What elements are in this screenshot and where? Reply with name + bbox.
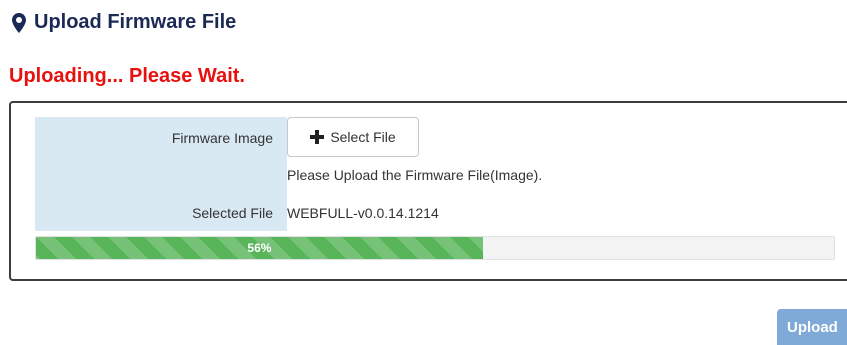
upload-panel: Firmware Image Selected File Select File… [9, 101, 847, 281]
upload-hint-text: Please Upload the Firmware File(Image). [287, 167, 543, 183]
select-file-button[interactable]: Select File [287, 117, 419, 157]
upload-status-text: Uploading... Please Wait. [9, 65, 245, 87]
plus-icon [310, 130, 325, 144]
page-title: Upload Firmware File [12, 11, 236, 34]
page-title-text: Upload Firmware File [34, 11, 237, 33]
progress-fill: 56% [36, 237, 483, 259]
select-file-button-label: Select File [330, 129, 396, 145]
firmware-image-label: Firmware Image [171, 130, 273, 146]
selected-file-value: WEBFULL-v0.0.14.1214 [287, 205, 439, 221]
selected-file-label: Selected File [192, 205, 273, 221]
map-marker-icon [12, 12, 26, 33]
upload-progress-bar: 56% [35, 236, 835, 260]
progress-percent-text: 56% [247, 241, 272, 255]
label-column: Firmware Image Selected File [35, 117, 287, 231]
